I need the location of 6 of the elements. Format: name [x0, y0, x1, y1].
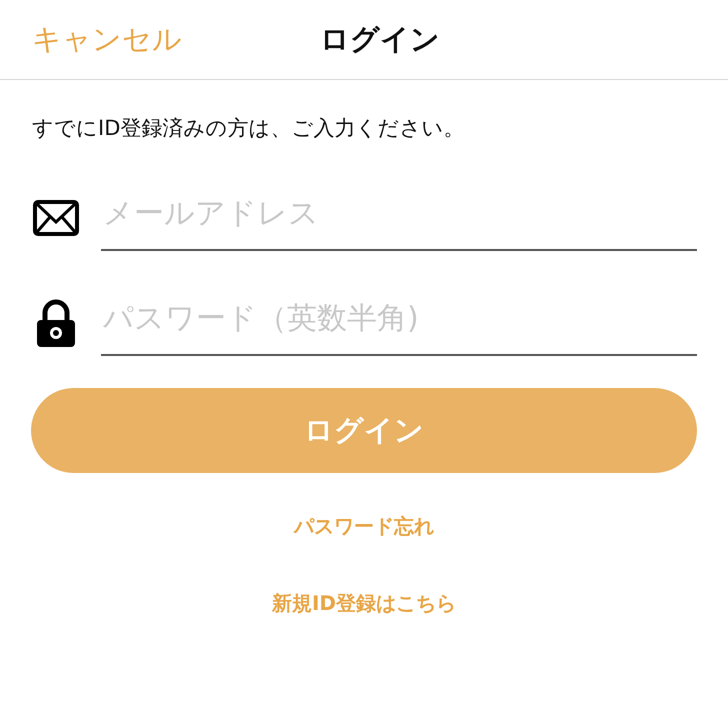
text-link[interactable]: パスワード忘れ [294, 513, 434, 540]
page-title: ログイン [320, 20, 440, 58]
instruction-text: すでにID登録済みの方は、ご入力ください。 [32, 115, 466, 142]
login-button[interactable]: ログイン [31, 388, 697, 473]
cancel-button[interactable]: キャンセル [32, 20, 182, 60]
text-link[interactable]: 新規ID登録はこちら [272, 590, 456, 617]
